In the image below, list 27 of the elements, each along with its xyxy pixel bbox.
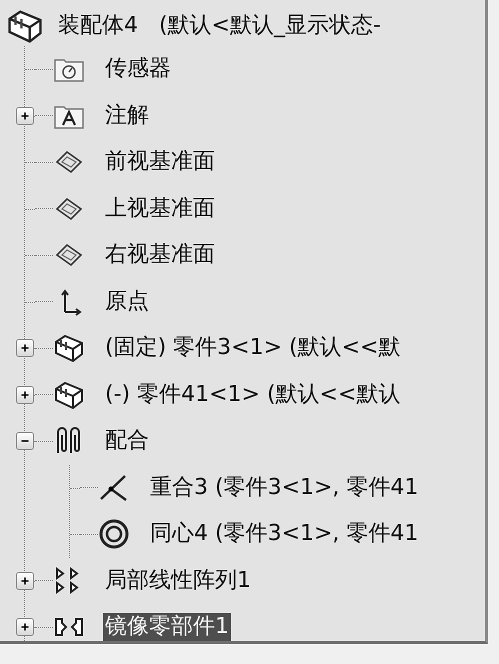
plus-icon [19,388,31,401]
tree-item-label[interactable]: 镜像零部件1 [103,613,231,641]
expand-button[interactable] [16,572,34,590]
tree-item-label[interactable]: 重合3 (零件3<1>, 零件41 [148,474,420,502]
tree-item-label[interactable]: (固定) 零件3<1> (默认<<默 [103,334,402,362]
tree-item-label[interactable]: (-) 零件41<1> (默认<<默认 [103,380,402,409]
plus-icon [19,342,31,354]
part-icon [53,332,85,364]
concentric-icon [98,518,130,550]
plus-icon [19,621,31,634]
expand-button[interactable] [16,106,34,125]
expand-button[interactable] [16,339,34,358]
tree-root-label[interactable]: 装配体4 (默认<默认_显示状态- [56,12,383,40]
expand-button[interactable] [16,386,34,404]
tree-item-label[interactable]: 前视基准面 [103,148,217,176]
tree-item-label[interactable]: 原点 [103,288,151,316]
plus-icon [19,110,31,122]
tree-item-label[interactable]: 传感器 [103,55,173,84]
tree-item-label[interactable]: 同心4 (零件3<1>, 零件41 [148,520,420,548]
collapse-button[interactable] [16,432,34,450]
tree-item-label[interactable]: 注解 [103,102,151,130]
tree-item-label[interactable]: 配合 [103,427,151,456]
tree-item-label[interactable]: 上视基准面 [103,194,217,223]
plus-icon [19,574,31,587]
expand-button[interactable] [16,618,34,636]
tree-item-label[interactable]: 右视基准面 [103,241,217,270]
tree-item-label[interactable]: 局部线性阵列1 [103,566,253,595]
